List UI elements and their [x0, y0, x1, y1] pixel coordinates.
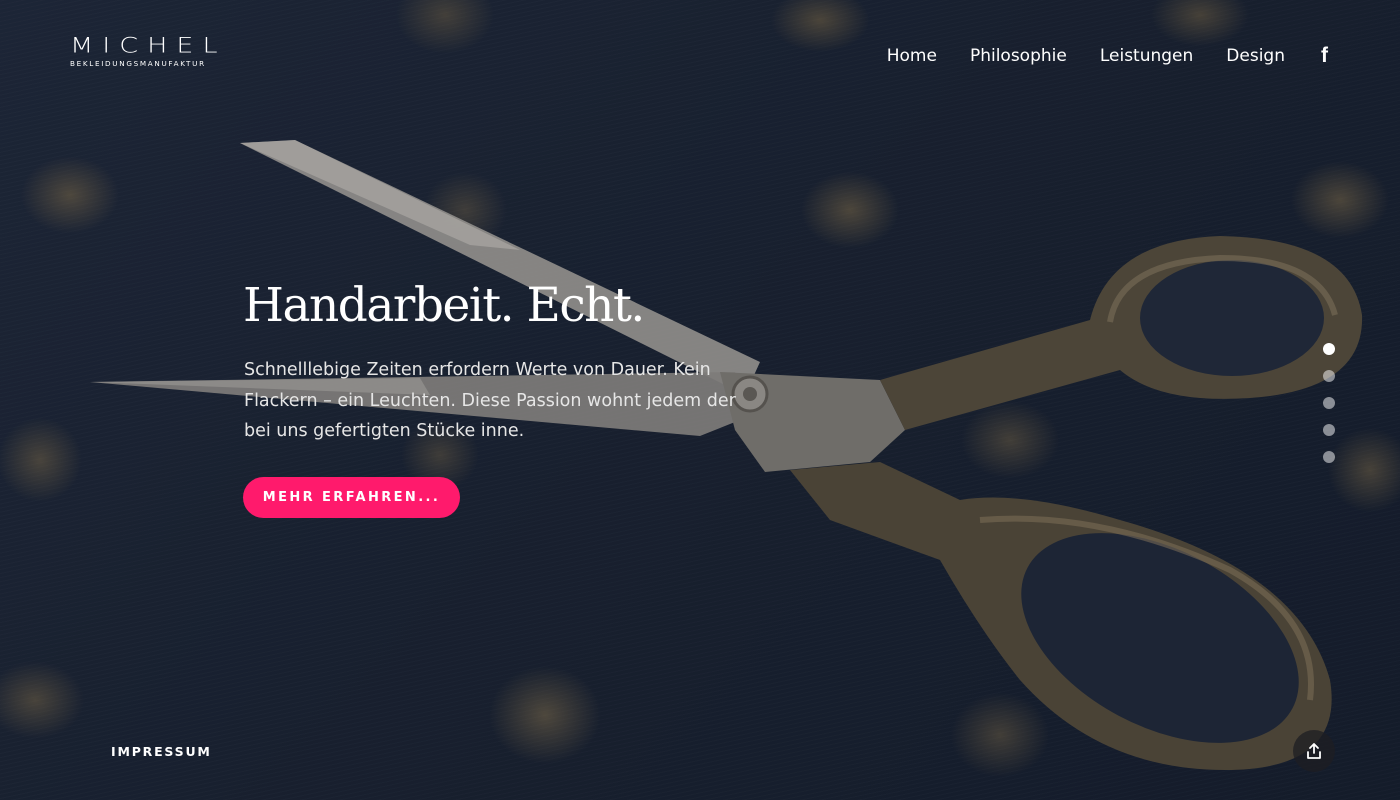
- nav-item-home[interactable]: Home: [887, 46, 937, 66]
- nav-item-philosophie[interactable]: Philosophie: [970, 46, 1067, 66]
- slider-dot-4[interactable]: [1323, 424, 1335, 436]
- share-button[interactable]: [1293, 730, 1335, 772]
- main-nav: Home Philosophie Leistungen Design f: [854, 44, 1328, 68]
- facebook-icon[interactable]: f: [1321, 44, 1328, 68]
- more-info-button[interactable]: MEHR ERFAHREN...: [243, 477, 460, 518]
- brand-name: MICHEL: [70, 33, 227, 58]
- slider-dot-5[interactable]: [1323, 451, 1335, 463]
- nav-item-leistungen[interactable]: Leistungen: [1100, 46, 1193, 66]
- brand-tagline: BEKLEIDUNGSMANUFAKTUR: [70, 59, 206, 68]
- slider-pagination: [1323, 343, 1335, 478]
- hero-headline: Handarbeit. Echt.: [243, 278, 645, 333]
- nav-item-design[interactable]: Design: [1226, 46, 1285, 66]
- hero-intro: Schnelllebige Zeiten erfordern Werte von…: [244, 360, 736, 441]
- impressum-link[interactable]: IMPRESSUM: [111, 744, 212, 759]
- slider-dot-3[interactable]: [1323, 397, 1335, 409]
- slider-dot-2[interactable]: [1323, 370, 1335, 382]
- brand-logo[interactable]: MICHEL BEKLEIDUNGSMANUFAKTUR: [70, 33, 227, 68]
- slider-dot-1[interactable]: [1323, 343, 1335, 355]
- share-icon: [1307, 743, 1321, 759]
